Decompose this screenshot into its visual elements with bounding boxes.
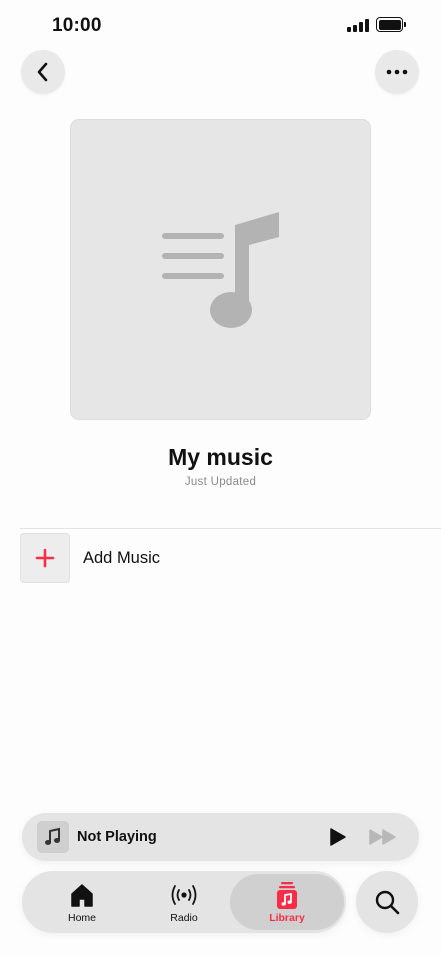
playlist-subtitle: Just Updated	[184, 476, 257, 488]
tab-radio-label: Radio	[170, 912, 198, 924]
playlist-title: My music	[168, 444, 273, 470]
music-note-list-icon	[162, 212, 279, 328]
mini-player[interactable]: Not Playing	[22, 813, 419, 861]
tab-library-label: Library	[269, 912, 305, 924]
house-icon	[71, 884, 93, 907]
fast-forward-icon[interactable]	[368, 828, 398, 846]
tab-home-label: Home	[67, 912, 96, 924]
mini-player-artwork	[37, 821, 69, 853]
back-button[interactable]	[21, 50, 65, 94]
add-music-row[interactable]: Add Music	[20, 533, 441, 583]
now-playing-title: Not Playing	[77, 829, 157, 845]
broadcast-icon	[171, 885, 197, 905]
music-note-icon	[45, 827, 60, 845]
chevron-left-icon	[37, 62, 48, 82]
play-icon[interactable]	[328, 827, 348, 847]
search-button[interactable]	[356, 871, 418, 933]
tab-library[interactable]: Library	[230, 874, 344, 930]
music-library-icon	[277, 882, 297, 909]
playlist-artwork	[70, 119, 371, 420]
tab-home[interactable]: Home	[32, 871, 132, 933]
add-music-label: Add Music	[83, 549, 161, 567]
divider	[20, 528, 441, 529]
battery-icon	[376, 17, 406, 32]
plus-icon	[35, 548, 55, 568]
search-icon	[375, 890, 400, 915]
more-options-button[interactable]	[375, 50, 419, 94]
tab-bar: Home Radio Library	[22, 871, 346, 933]
signal-icon	[347, 19, 369, 32]
status-time: 10:00	[52, 15, 102, 36]
ellipsis-icon	[386, 69, 408, 75]
tab-radio[interactable]: Radio	[134, 871, 234, 933]
status-bar: 10:00	[0, 0, 441, 52]
add-music-tile[interactable]	[20, 533, 70, 583]
